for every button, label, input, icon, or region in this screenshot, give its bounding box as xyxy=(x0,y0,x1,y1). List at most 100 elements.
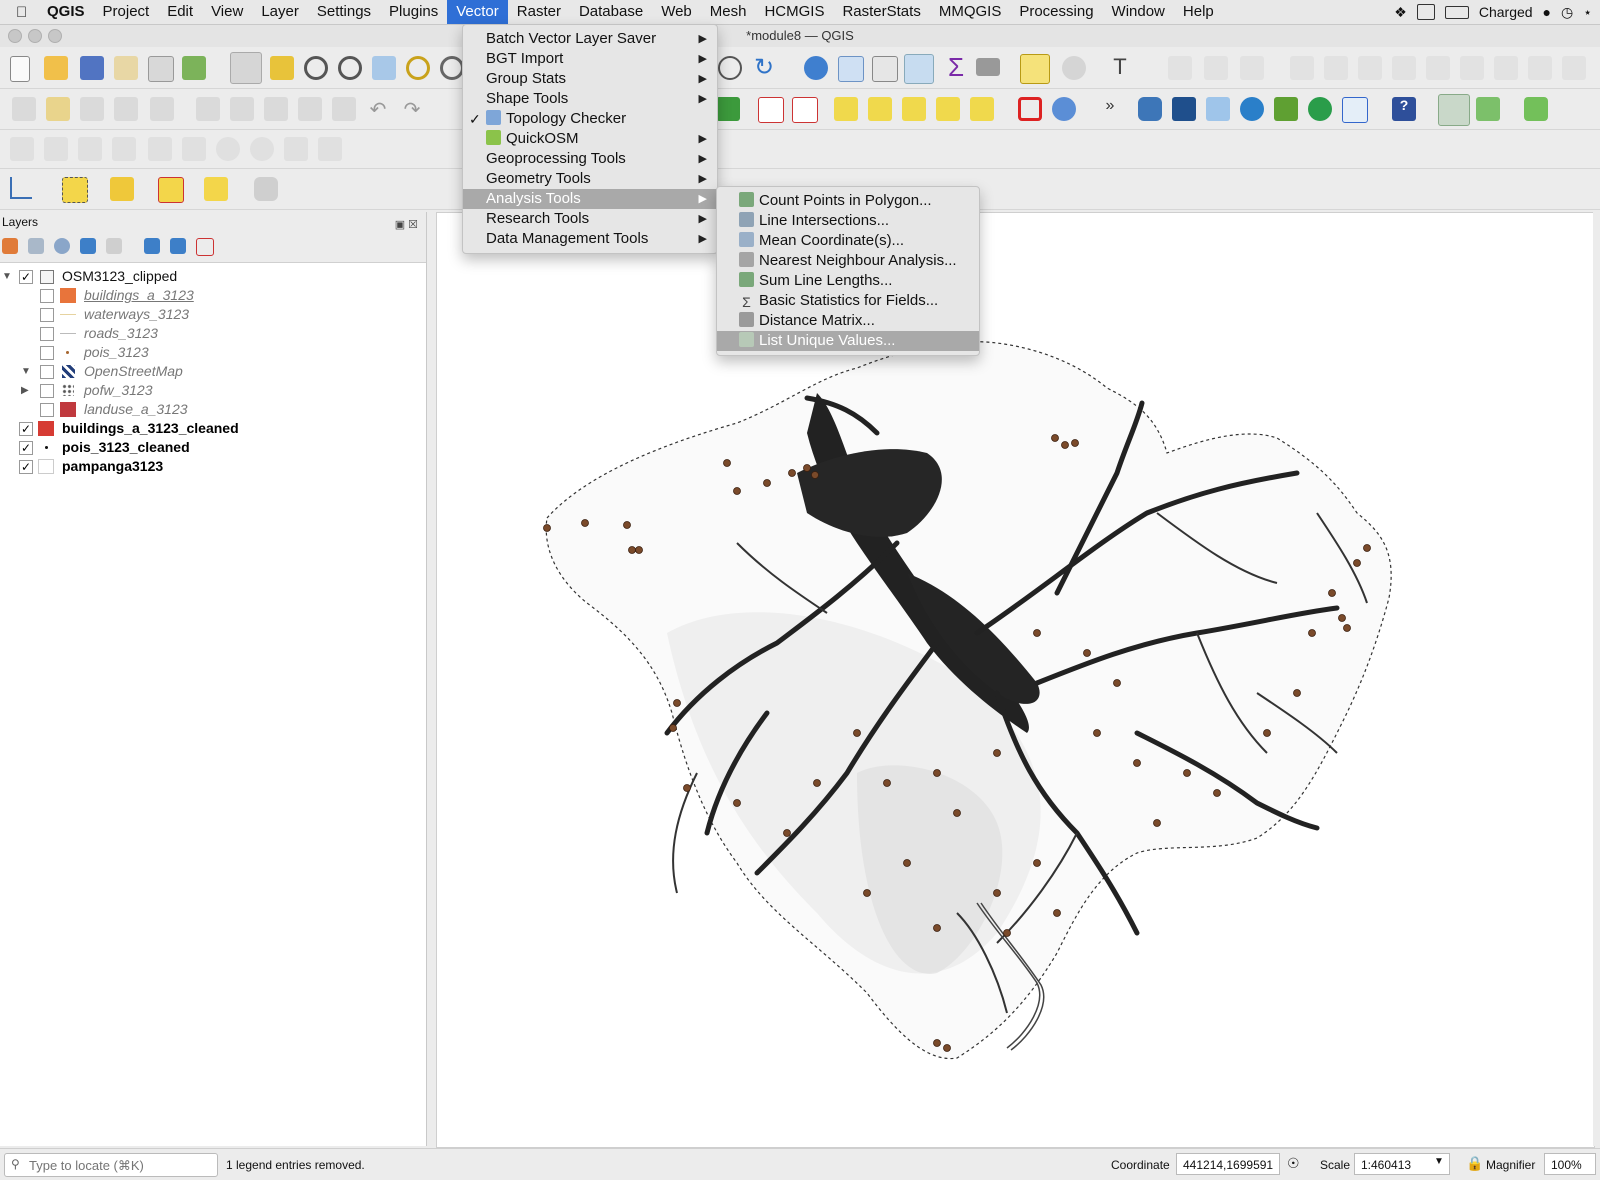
layer-buildings-a-3123-cleaned[interactable]: ✓ buildings_a_3123_cleaned xyxy=(0,419,420,438)
zoom-full-icon[interactable] xyxy=(372,56,396,80)
digitize-disabled-icon-10[interactable] xyxy=(1494,56,1518,80)
pin-labels-icon[interactable] xyxy=(792,97,818,123)
layer-pofw-3123[interactable]: ▶ pofw_3123 xyxy=(0,381,420,400)
menu-app[interactable]: QGIS xyxy=(38,0,94,24)
menu-item-batch-vector-layer-saver[interactable]: Batch Vector Layer Saver ▶ xyxy=(463,29,717,49)
menu-raster[interactable]: Raster xyxy=(508,0,570,24)
highlight-pinned-labels-icon[interactable] xyxy=(834,97,858,121)
layer-checkbox[interactable]: ✓ xyxy=(19,460,33,474)
battery-icon[interactable] xyxy=(1444,5,1469,19)
menu-item-analysis-tools[interactable]: Analysis Tools ▶ xyxy=(463,189,717,209)
plugin-mask-icon[interactable] xyxy=(254,177,278,201)
menu-item-geoprocessing-tools[interactable]: Geoprocessing Tools ▶ xyxy=(463,149,717,169)
expand-arrow-icon[interactable]: ▼ xyxy=(2,267,12,286)
redo-icon[interactable]: ↷ xyxy=(400,97,424,121)
layer-checkbox[interactable] xyxy=(40,384,54,398)
menu-item-list-unique-values[interactable]: List Unique Values... xyxy=(717,331,979,351)
menu-database[interactable]: Database xyxy=(570,0,652,24)
text-annotation-icon[interactable]: T xyxy=(1108,54,1132,79)
layer-landuse-a-3123[interactable]: landuse_a_3123 xyxy=(0,400,420,419)
apple-icon[interactable]:  xyxy=(16,4,38,21)
vertex-tool-icon[interactable] xyxy=(150,97,174,121)
save-project-icon[interactable] xyxy=(80,56,104,80)
open-attribute-table-icon[interactable] xyxy=(838,56,864,82)
layer-checkbox[interactable] xyxy=(40,403,54,417)
digitize-disabled-icon-9[interactable] xyxy=(1460,56,1484,80)
temporal-controller-icon[interactable] xyxy=(718,56,742,80)
digitize-disabled-icon-3[interactable] xyxy=(1240,56,1264,80)
digitize-disabled-icon-5[interactable] xyxy=(1324,56,1348,80)
layer-pampanga3123[interactable]: ✓ pampanga3123 xyxy=(0,457,420,476)
copy-features-icon[interactable] xyxy=(298,97,322,121)
menu-mmqgis[interactable]: MMQGIS xyxy=(930,0,1011,24)
adv-digitize-icon-10[interactable] xyxy=(318,137,342,161)
digitize-disabled-icon-1[interactable] xyxy=(1168,56,1192,80)
menu-item-count-points-in-polygon[interactable]: Count Points in Polygon... xyxy=(717,191,979,211)
adv-digitize-icon-8[interactable] xyxy=(250,137,274,161)
menu-edit[interactable]: Edit xyxy=(158,0,202,24)
globe-icon[interactable] xyxy=(1052,97,1076,121)
info-plugin-icon[interactable] xyxy=(1308,97,1332,121)
cut-features-icon[interactable] xyxy=(264,97,288,121)
plugin-icon-3[interactable] xyxy=(1342,97,1368,123)
deselect-all-icon[interactable] xyxy=(158,177,184,203)
rotate-label-icon[interactable] xyxy=(936,97,960,121)
menu-help[interactable]: Help xyxy=(1174,0,1223,24)
diagram-options-icon[interactable] xyxy=(716,97,740,121)
expand-all-icon[interactable] xyxy=(144,238,160,254)
add-feature-icon[interactable] xyxy=(114,97,138,121)
measure-line-icon[interactable] xyxy=(976,58,1000,76)
grid-plugin-icon[interactable] xyxy=(1206,97,1230,121)
undo-icon[interactable]: ↶ xyxy=(366,97,390,121)
adv-digitize-icon-9[interactable] xyxy=(284,137,308,161)
plugin-icon-1[interactable] xyxy=(1172,97,1196,121)
layer-waterways-3123[interactable]: waterways_3123 xyxy=(0,305,420,324)
adv-digitize-icon-1[interactable] xyxy=(10,137,34,161)
change-label-icon[interactable] xyxy=(970,97,994,121)
layer-checkbox[interactable] xyxy=(40,365,54,379)
select-by-value-icon[interactable] xyxy=(110,177,134,201)
menu-item-distance-matrix[interactable]: Distance Matrix... xyxy=(717,311,979,331)
adv-digitize-icon-7[interactable] xyxy=(216,137,240,161)
coordinate-field[interactable]: 441214,1699591 xyxy=(1176,1153,1280,1175)
map-tips-icon[interactable] xyxy=(1020,54,1050,84)
python-console-icon[interactable] xyxy=(1138,97,1162,121)
map-canvas[interactable] xyxy=(436,212,1595,1148)
add-group-icon[interactable] xyxy=(28,238,44,254)
show-hide-labels-icon[interactable] xyxy=(868,97,892,121)
plugin-toggle-icon[interactable] xyxy=(1438,94,1470,126)
adv-digitize-icon-3[interactable] xyxy=(78,137,102,161)
zoom-to-selection-icon[interactable] xyxy=(406,56,430,80)
digitize-disabled-icon-7[interactable] xyxy=(1392,56,1416,80)
layer-checkbox[interactable] xyxy=(40,346,54,360)
digitize-disabled-icon-11[interactable] xyxy=(1528,56,1552,80)
zoom-in-icon[interactable] xyxy=(304,56,328,80)
layer-checkbox[interactable] xyxy=(40,327,54,341)
filter-expression-icon[interactable] xyxy=(106,238,122,254)
plugin-icon-5[interactable] xyxy=(1524,97,1548,121)
zoom-to-layer-icon[interactable] xyxy=(440,56,464,80)
toolbar-overflow-icon[interactable]: » xyxy=(1098,97,1122,121)
clock-icon[interactable]: ◷ xyxy=(1561,4,1573,21)
profile-tool-icon[interactable] xyxy=(10,177,32,199)
menu-mesh[interactable]: Mesh xyxy=(701,0,756,24)
menu-hcmgis[interactable]: HCMGIS xyxy=(755,0,833,24)
paste-features-icon[interactable] xyxy=(332,97,356,121)
menu-item-geometry-tools[interactable]: Geometry Tools ▶ xyxy=(463,169,717,189)
dropbox-icon[interactable]: ❖ xyxy=(1394,4,1407,21)
toggle-extents-icon[interactable]: ☉ xyxy=(1287,1155,1300,1172)
spatial-bookmarks-icon[interactable] xyxy=(1062,56,1086,80)
menu-web[interactable]: Web xyxy=(652,0,701,24)
menu-item-line-intersections[interactable]: Line Intersections... xyxy=(717,211,979,231)
battery-status[interactable]: Charged xyxy=(1479,4,1533,20)
style-manager-icon[interactable] xyxy=(182,56,206,80)
digitize-disabled-icon-2[interactable] xyxy=(1204,56,1228,80)
save-edits-icon[interactable] xyxy=(80,97,104,121)
menu-plugins[interactable]: Plugins xyxy=(380,0,447,24)
network-plugin-icon[interactable] xyxy=(1240,97,1264,121)
filter-legend-icon[interactable] xyxy=(80,238,96,254)
zoom-out-icon[interactable] xyxy=(338,56,362,80)
move-label-icon[interactable] xyxy=(902,97,926,121)
menu-item-data-management-tools[interactable]: Data Management Tools ▶ xyxy=(463,229,717,249)
magnifier-field[interactable]: 100% xyxy=(1544,1153,1596,1175)
